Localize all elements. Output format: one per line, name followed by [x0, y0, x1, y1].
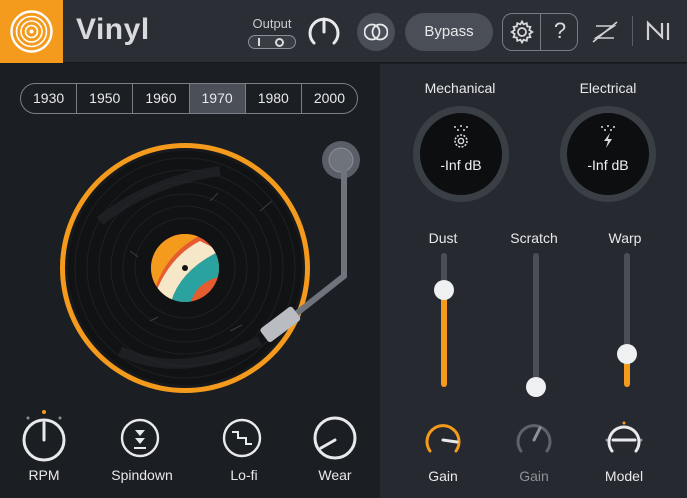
output-label: Output	[252, 16, 292, 31]
gain-knob-icon[interactable]	[423, 420, 463, 460]
gain-knob-disabled-icon[interactable]	[514, 420, 554, 460]
stereo-mode-button[interactable]	[357, 13, 395, 51]
gain-control-1: Gain	[423, 420, 463, 484]
dust-slider-fill	[441, 290, 447, 387]
lofi-control: Lo-fi	[220, 410, 264, 483]
header-bar: Vinyl Output Bypass ?	[0, 0, 687, 63]
spindown-icon[interactable]	[118, 410, 162, 462]
wear-knob-icon[interactable]	[311, 410, 359, 462]
spindown-control: Spindown	[111, 410, 173, 483]
gain-control-2: Gain	[514, 420, 554, 484]
noise-panel: Mechanical -Inf dB Electrical -Inf dB Du…	[380, 64, 687, 498]
turntable-panel: 1930 1950 1960 1970 1980 2000 RPM Spindo…	[0, 64, 380, 498]
mechanical-meter[interactable]: -Inf dB	[413, 106, 509, 202]
scratch-slider[interactable]	[526, 253, 546, 397]
lofi-label: Lo-fi	[230, 467, 258, 483]
rpm-control: RPM	[20, 410, 68, 483]
mechanical-value: -Inf dB	[440, 157, 482, 173]
era-selector: 1930 1950 1960 1970 1980 2000	[20, 83, 358, 114]
model-control: Model	[604, 420, 644, 484]
turntable-knob-row: RPM Spindown Lo-fi Wear	[0, 410, 380, 498]
era-1970[interactable]: 1970	[189, 84, 246, 113]
app-title: Vinyl	[76, 13, 150, 46]
rpm-knob-icon[interactable]	[20, 410, 68, 462]
era-1960[interactable]: 1960	[133, 84, 190, 113]
wear-control: Wear	[311, 410, 359, 483]
gain-label-2: Gain	[519, 468, 549, 484]
warp-slider-thumb[interactable]	[617, 343, 637, 364]
output-knob[interactable]	[306, 14, 342, 50]
era-1980[interactable]: 1980	[246, 84, 302, 113]
mechanical-label: Mechanical	[424, 80, 496, 96]
model-label: Model	[604, 468, 644, 484]
izotope-logo-icon[interactable]	[590, 18, 620, 46]
gain-label-1: Gain	[428, 468, 458, 484]
help-button[interactable]: ?	[544, 18, 576, 44]
electrical-meter[interactable]: -Inf dB	[560, 106, 656, 202]
era-1950[interactable]: 1950	[77, 84, 134, 113]
era-1930[interactable]: 1930	[21, 84, 78, 113]
dust-slider[interactable]	[434, 253, 454, 387]
vinyl-record-icon	[10, 10, 53, 53]
brand-separator	[632, 16, 633, 46]
era-2000[interactable]: 2000	[302, 84, 357, 113]
scratch-label: Scratch	[510, 230, 558, 246]
toggle-off-mark	[275, 38, 284, 47]
stereo-circles-icon	[364, 23, 388, 41]
bypass-button[interactable]: Bypass	[405, 13, 493, 51]
scratch-slider-thumb[interactable]	[526, 377, 546, 397]
dust-slider-thumb[interactable]	[434, 280, 454, 301]
settings-divider	[540, 14, 541, 50]
electrical-value: -Inf dB	[587, 157, 629, 173]
dust-label: Dust	[428, 230, 458, 246]
settings-help-group: ?	[502, 13, 578, 51]
rpm-label: RPM	[28, 467, 60, 483]
model-knob-icon[interactable]	[604, 420, 644, 460]
spindown-label: Spindown	[111, 467, 173, 483]
electrical-label: Electrical	[579, 80, 637, 96]
lightning-noise-icon	[601, 125, 615, 148]
warp-label: Warp	[608, 230, 642, 246]
turntable[interactable]	[60, 141, 370, 396]
warp-slider[interactable]	[617, 253, 637, 387]
logo-tile	[0, 0, 63, 63]
lofi-step-icon[interactable]	[220, 410, 264, 462]
gear-noise-icon	[454, 125, 468, 148]
output-polarity-toggle[interactable]	[248, 35, 296, 49]
toggle-on-mark	[258, 38, 260, 46]
ni-logo-icon[interactable]	[645, 20, 675, 42]
wear-label: Wear	[318, 467, 352, 483]
gear-icon[interactable]	[510, 20, 534, 44]
